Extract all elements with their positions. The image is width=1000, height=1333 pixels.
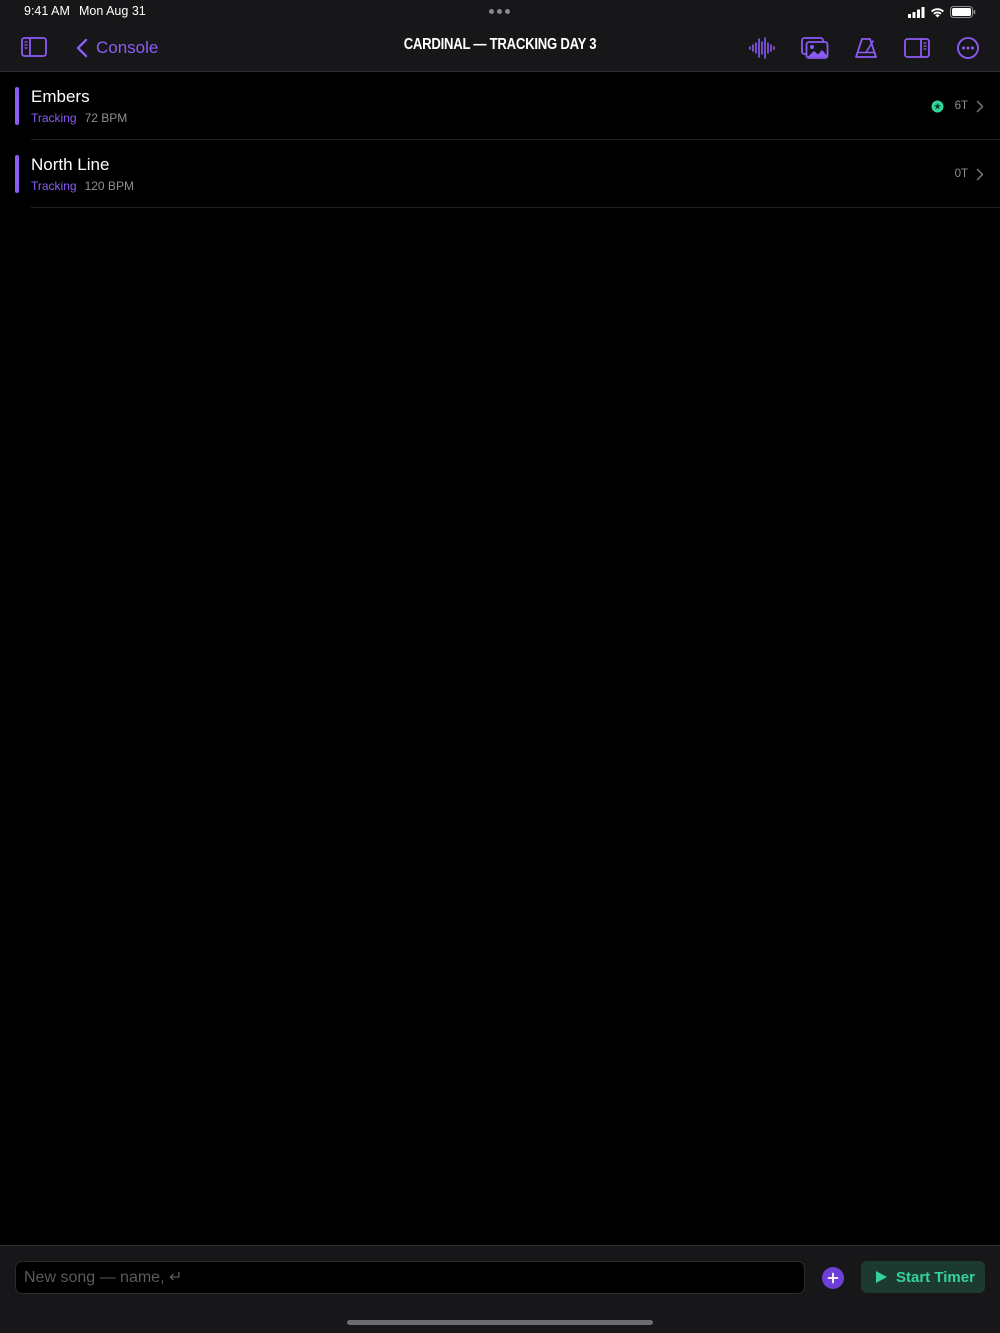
star-badge-icon [931, 100, 944, 112]
sidebar-toggle-button[interactable] [21, 36, 47, 58]
start-timer-button[interactable]: Start Timer [861, 1261, 985, 1293]
plus-icon [827, 1272, 839, 1284]
waveform-icon [749, 37, 775, 59]
inspector-panel-icon [904, 38, 930, 58]
signal-icon [908, 6, 925, 18]
song-status: Tracking [31, 111, 77, 125]
song-bpm: 120 BPM [84, 179, 134, 193]
song-accent-bar [15, 87, 19, 125]
sidebar-icon [21, 37, 47, 57]
play-icon [876, 1271, 887, 1283]
waveform-button[interactable] [748, 34, 776, 62]
wifi-icon [931, 7, 944, 17]
back-button[interactable]: Console [76, 34, 158, 62]
new-song-input[interactable] [15, 1261, 805, 1294]
song-row[interactable]: Embers Tracking 72 BPM 6T [0, 72, 1000, 140]
photo-library-button[interactable] [801, 34, 829, 62]
home-indicator[interactable] [347, 1320, 653, 1325]
song-subtitle: Tracking 120 BPM [31, 179, 134, 193]
song-status: Tracking [31, 179, 77, 193]
song-bpm: 72 BPM [84, 111, 128, 125]
song-accent-bar [15, 155, 19, 193]
metronome-icon [855, 38, 877, 58]
song-subtitle: Tracking 72 BPM [31, 111, 127, 125]
song-meta: 0T [955, 165, 984, 183]
song-list: Embers Tracking 72 BPM 6T North Line Tra… [0, 72, 1000, 208]
photo-library-icon [801, 37, 829, 59]
row-divider [31, 207, 1000, 208]
status-indicators [908, 5, 976, 19]
more-icon [957, 37, 979, 59]
battery-icon [950, 6, 976, 18]
song-row[interactable]: North Line Tracking 120 BPM 0T [0, 140, 1000, 208]
multitasking-dots-icon[interactable] [489, 9, 511, 15]
chevron-left-icon [76, 38, 88, 58]
start-timer-label: Start Timer [896, 1268, 975, 1286]
page-title: CARDINAL — TRACKING DAY 3 [403, 36, 597, 53]
inspector-panel-button[interactable] [903, 34, 931, 62]
song-title: North Line [31, 155, 110, 174]
status-bar: 9:41 AM Mon Aug 31 [0, 0, 1000, 24]
navigation-bar: Console CARDINAL — TRACKING DAY 3 [0, 24, 1000, 72]
song-take-count: 6T [954, 100, 968, 112]
back-button-label: Console [96, 38, 159, 57]
chevron-right-icon [976, 168, 984, 180]
song-meta: 6T [931, 97, 984, 115]
add-song-button[interactable] [822, 1267, 844, 1289]
more-button[interactable] [954, 34, 982, 62]
status-date: Mon Aug 31 [79, 4, 146, 18]
metronome-button[interactable] [852, 34, 880, 62]
status-time: 9:41 AM [24, 4, 70, 18]
chevron-right-icon [976, 100, 984, 112]
song-title: Embers [31, 87, 90, 106]
song-take-count: 0T [954, 168, 968, 180]
